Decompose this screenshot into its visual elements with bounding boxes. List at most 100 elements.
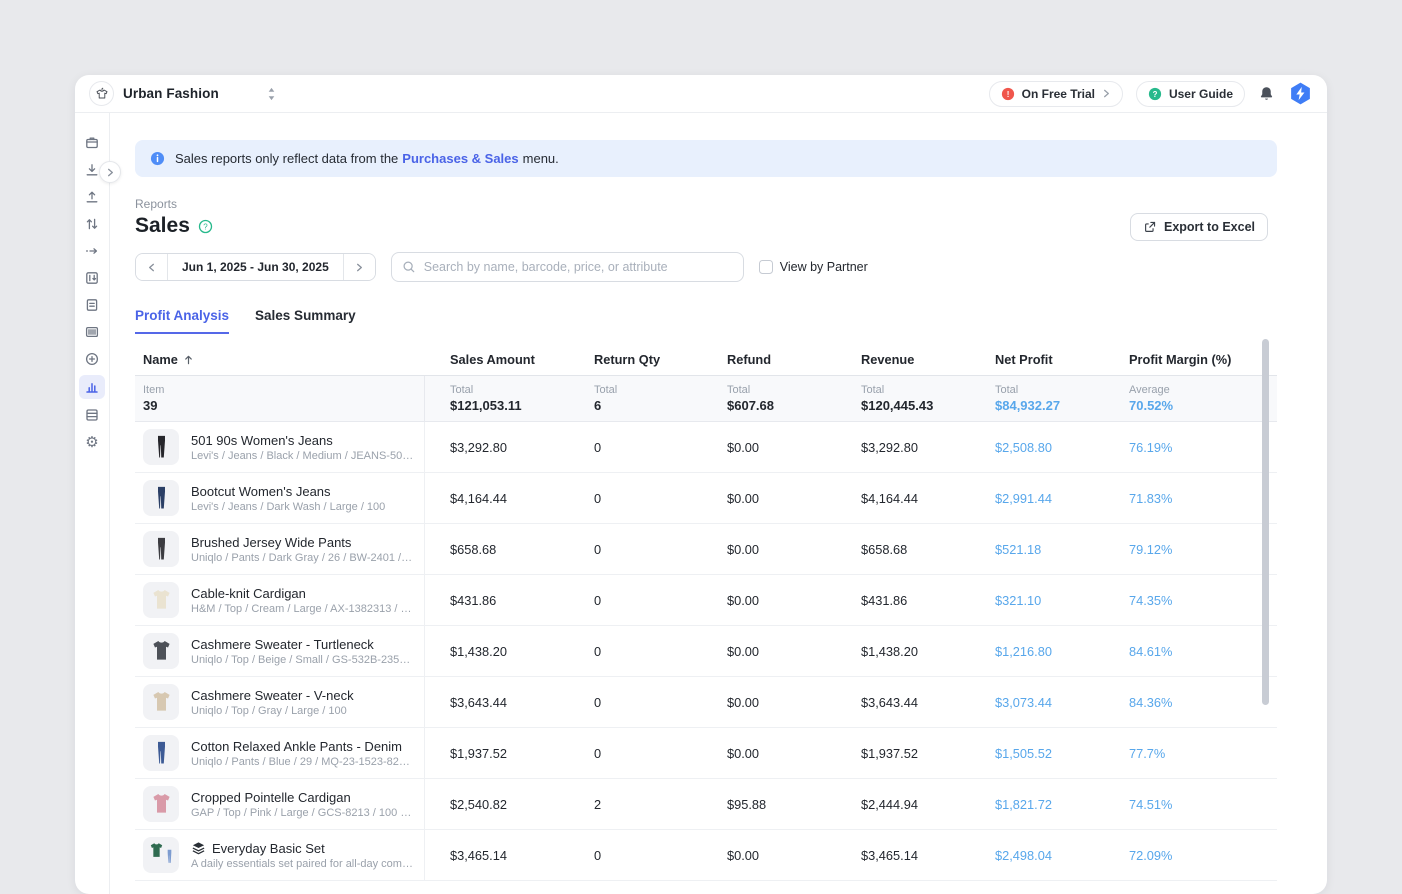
column-header-name[interactable]: Name bbox=[135, 352, 425, 367]
prev-period-button[interactable] bbox=[136, 254, 167, 280]
product-attributes: H&M / Top / Cream / Large / AX-1382313 /… bbox=[191, 603, 414, 615]
return-qty-cell: 0 bbox=[569, 593, 702, 608]
product-thumbnail bbox=[143, 786, 179, 822]
free-trial-button[interactable]: ! On Free Trial bbox=[989, 81, 1123, 107]
table-row[interactable]: Cashmere Sweater - Turtleneck Uniqlo / T… bbox=[135, 626, 1277, 677]
revenue-cell: $431.86 bbox=[836, 593, 970, 608]
sales-amount-cell: $431.86 bbox=[425, 593, 569, 608]
add-new-icon[interactable] bbox=[80, 348, 104, 370]
up-down-arrows-icon bbox=[267, 87, 276, 101]
bell-icon bbox=[1258, 85, 1275, 103]
tab-sales-summary[interactable]: Sales Summary bbox=[255, 308, 356, 334]
purchases-sales-link[interactable]: Purchases & Sales bbox=[402, 151, 518, 166]
filter-controls: Jun 1, 2025 - Jun 30, 2025 View by Partn… bbox=[135, 252, 1277, 282]
app-logo-button[interactable] bbox=[1288, 81, 1313, 106]
workspace-switcher[interactable] bbox=[267, 87, 276, 101]
user-guide-button[interactable]: ? User Guide bbox=[1136, 81, 1245, 107]
product-cell: Cashmere Sweater - V-neck Uniqlo / Top /… bbox=[135, 677, 425, 727]
sidebar-collapse-button[interactable] bbox=[99, 161, 121, 183]
view-by-partner-checkbox[interactable] bbox=[759, 260, 773, 274]
notifications-button[interactable] bbox=[1258, 85, 1275, 103]
summary-net-profit: Total $84,932.27 bbox=[970, 376, 1104, 421]
revenue-cell: $3,292.80 bbox=[836, 440, 970, 455]
sales-amount-cell: $3,292.80 bbox=[425, 440, 569, 455]
table-row[interactable]: Cable-knit Cardigan H&M / Top / Cream / … bbox=[135, 575, 1277, 626]
banner-text-before: Sales reports only reflect data from the bbox=[175, 151, 398, 166]
svg-text:?: ? bbox=[203, 222, 208, 231]
product-cell: Everyday Basic Set A daily essentials se… bbox=[135, 830, 425, 880]
product-attributes: Levi's / Jeans / Dark Wash / Large / 100 bbox=[191, 501, 414, 513]
date-range-label[interactable]: Jun 1, 2025 - Jun 30, 2025 bbox=[167, 254, 344, 280]
column-header-revenue[interactable]: Revenue bbox=[836, 352, 970, 367]
profit-margin-cell: 74.35% bbox=[1104, 593, 1277, 608]
refund-cell: $0.00 bbox=[702, 440, 836, 455]
profit-margin-cell: 77.7% bbox=[1104, 746, 1277, 761]
workspace-name[interactable]: Urban Fashion bbox=[123, 86, 219, 101]
revenue-cell: $2,444.94 bbox=[836, 797, 970, 812]
revenue-cell: $1,438.20 bbox=[836, 644, 970, 659]
table-row[interactable]: Everyday Basic Set A daily essentials se… bbox=[135, 830, 1277, 881]
summary-revenue: Total $120,445.43 bbox=[836, 376, 970, 421]
product-cell: Cropped Pointelle Cardigan GAP / Top / P… bbox=[135, 779, 425, 829]
tshirt-icon bbox=[94, 86, 110, 102]
product-attributes: Uniqlo / Top / Gray / Large / 100 bbox=[191, 705, 414, 717]
table-header-row: Name Sales Amount Return Qty Refund Reve… bbox=[135, 344, 1277, 376]
table-row[interactable]: Cropped Pointelle Cardigan GAP / Top / P… bbox=[135, 779, 1277, 830]
profit-margin-cell: 74.51% bbox=[1104, 797, 1277, 812]
page-header: Reports Sales ? Export to Excel bbox=[135, 197, 1277, 238]
column-header-sales-amount[interactable]: Sales Amount bbox=[425, 352, 569, 367]
app-window: Urban Fashion ! On Free Trial ? User Gui… bbox=[75, 75, 1327, 894]
stock-move-icon[interactable] bbox=[80, 240, 104, 262]
column-header-return-qty[interactable]: Return Qty bbox=[569, 352, 702, 367]
revenue-cell: $3,643.44 bbox=[836, 695, 970, 710]
search-input[interactable] bbox=[424, 260, 733, 274]
sales-amount-cell: $1,937.52 bbox=[425, 746, 569, 761]
table-row[interactable]: Bootcut Women's Jeans Levi's / Jeans / D… bbox=[135, 473, 1277, 524]
export-to-excel-button[interactable]: Export to Excel bbox=[1130, 213, 1268, 241]
net-profit-cell: $2,498.04 bbox=[970, 848, 1104, 863]
purchases-sales-icon[interactable] bbox=[80, 294, 104, 316]
next-period-button[interactable] bbox=[344, 254, 375, 280]
stock-adjust-icon[interactable] bbox=[80, 213, 104, 235]
product-cell: Cashmere Sweater - Turtleneck Uniqlo / T… bbox=[135, 626, 425, 676]
net-profit-cell: $1,216.80 bbox=[970, 644, 1104, 659]
table-scrollbar-thumb[interactable] bbox=[1262, 339, 1269, 705]
return-qty-cell: 0 bbox=[569, 542, 702, 557]
revenue-cell: $1,937.52 bbox=[836, 746, 970, 761]
product-thumbnail bbox=[143, 429, 179, 465]
banner-text-after: menu. bbox=[523, 151, 559, 166]
info-icon bbox=[150, 151, 165, 166]
stock-out-icon[interactable] bbox=[80, 186, 104, 208]
tab-profit-analysis[interactable]: Profit Analysis bbox=[135, 308, 229, 334]
profit-margin-cell: 79.12% bbox=[1104, 542, 1277, 557]
table-row[interactable]: Cashmere Sweater - V-neck Uniqlo / Top /… bbox=[135, 677, 1277, 728]
table-row[interactable]: Brushed Jersey Wide Pants Uniqlo / Pants… bbox=[135, 524, 1277, 575]
free-trial-label: On Free Trial bbox=[1022, 87, 1095, 101]
table-row[interactable]: 501 90s Women's Jeans Levi's / Jeans / B… bbox=[135, 422, 1277, 473]
product-name: Cashmere Sweater - V-neck bbox=[191, 688, 354, 703]
column-header-net-profit[interactable]: Net Profit bbox=[970, 352, 1104, 367]
settings-icon[interactable]: ⚙ bbox=[80, 431, 104, 453]
view-by-partner-toggle[interactable]: View by Partner bbox=[759, 260, 868, 274]
table-row[interactable]: Cotton Relaxed Ankle Pants - Denim Uniql… bbox=[135, 728, 1277, 779]
sales-amount-cell: $658.68 bbox=[425, 542, 569, 557]
product-cell: Brushed Jersey Wide Pants Uniqlo / Pants… bbox=[135, 524, 425, 574]
reports-icon[interactable] bbox=[79, 375, 105, 399]
product-attributes: Uniqlo / Top / Beige / Small / GS-532B-2… bbox=[191, 654, 414, 666]
net-profit-cell: $321.10 bbox=[970, 593, 1104, 608]
barcode-label-icon[interactable] bbox=[80, 321, 104, 343]
items-box-icon[interactable] bbox=[80, 132, 104, 154]
product-name: 501 90s Women's Jeans bbox=[191, 433, 333, 448]
product-attributes: Uniqlo / Pants / Blue / 29 / MQ-23-1523-… bbox=[191, 756, 414, 768]
inventory-count-icon[interactable] bbox=[80, 267, 104, 289]
app-hexagon-bolt-logo bbox=[1288, 81, 1313, 106]
product-cell: Cable-knit Cardigan H&M / Top / Cream / … bbox=[135, 575, 425, 625]
column-header-profit-margin[interactable]: Profit Margin (%) bbox=[1104, 352, 1277, 367]
report-tabs: Profit Analysis Sales Summary bbox=[135, 308, 1277, 334]
product-name: Cable-knit Cardigan bbox=[191, 586, 306, 601]
help-icon[interactable]: ? bbox=[198, 219, 213, 234]
refund-cell: $0.00 bbox=[702, 746, 836, 761]
column-header-refund[interactable]: Refund bbox=[702, 352, 836, 367]
data-center-icon[interactable] bbox=[80, 404, 104, 426]
product-thumbnail bbox=[143, 837, 179, 873]
